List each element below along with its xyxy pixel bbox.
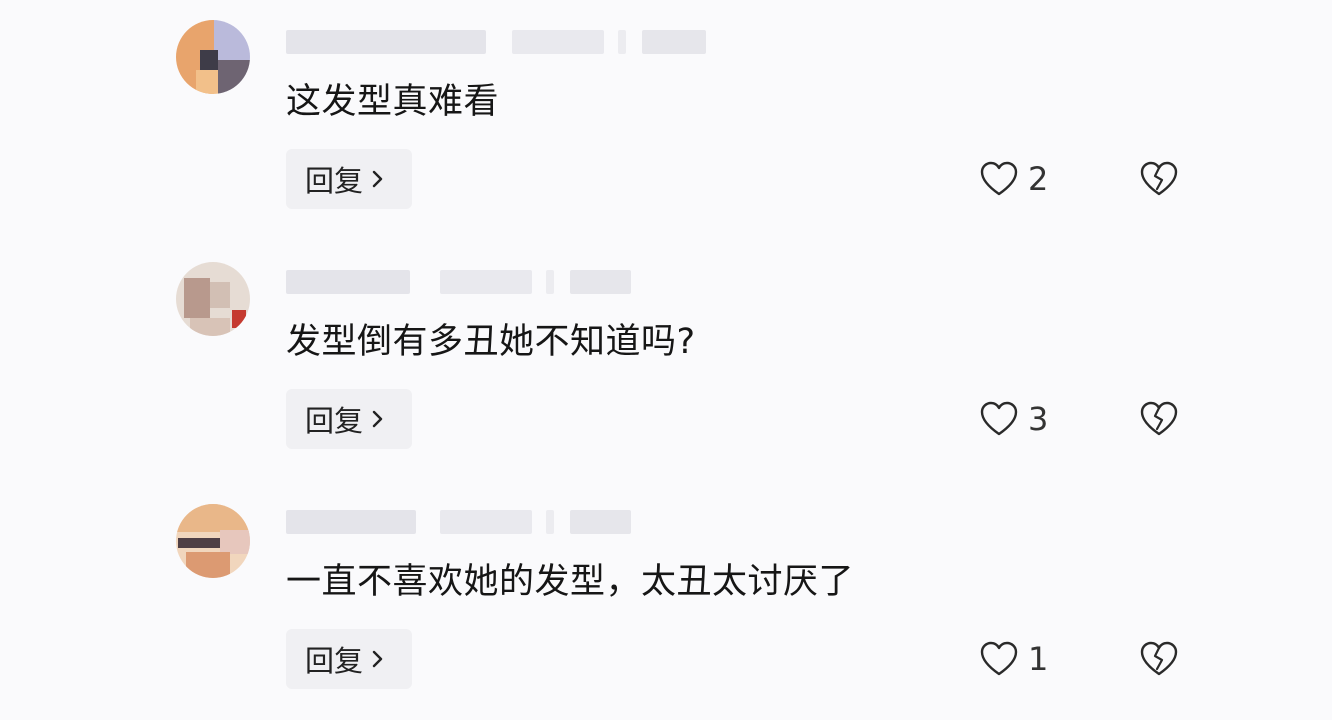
dislike-button[interactable]	[1140, 637, 1180, 681]
comment-item: 一直不喜欢她的发型，太丑太讨厌了 回复 1	[0, 480, 1332, 720]
like-button[interactable]: 2	[980, 157, 1048, 201]
avatar-pixel	[232, 310, 246, 328]
like-count: 1	[1028, 640, 1049, 678]
reply-label: 回复	[305, 644, 364, 678]
comment-meta-blurred	[286, 270, 631, 294]
chevron-right-icon	[372, 410, 383, 428]
like-count: 3	[1028, 400, 1049, 438]
blurred-location	[546, 510, 554, 534]
reply-button[interactable]: 回复	[286, 389, 412, 449]
comment-meta-blurred	[286, 510, 631, 534]
blurred-date	[440, 510, 532, 534]
blurred-location	[570, 510, 631, 534]
avatar[interactable]	[176, 504, 250, 578]
comment-text: 一直不喜欢她的发型，太丑太讨厌了	[286, 562, 855, 602]
heart-outline-icon	[980, 161, 1018, 196]
heart-outline-icon	[980, 401, 1018, 436]
avatar[interactable]	[176, 262, 250, 336]
avatar-pixel	[186, 552, 230, 578]
comment-meta-blurred	[286, 30, 706, 54]
avatar-pixel	[210, 282, 230, 308]
blurred-location	[642, 30, 706, 54]
chevron-right-icon	[372, 650, 383, 668]
reply-label: 回复	[305, 164, 364, 198]
broken-heart-icon	[1140, 641, 1178, 676]
comment-item: 这发型真难看 回复 2	[0, 0, 1332, 240]
avatar-pixel	[196, 70, 218, 94]
blurred-location	[570, 270, 631, 294]
blurred-username	[286, 510, 416, 534]
avatar-pixel	[190, 318, 230, 336]
blurred-location	[546, 270, 554, 294]
avatar-pixel	[200, 50, 218, 70]
avatar-pixel	[176, 504, 250, 532]
blurred-date	[440, 270, 532, 294]
like-button[interactable]: 3	[980, 397, 1048, 441]
reply-label: 回复	[305, 404, 364, 438]
reply-button[interactable]: 回复	[286, 149, 412, 209]
comment-text: 发型倒有多丑她不知道吗?	[286, 322, 696, 362]
blurred-date	[512, 30, 604, 54]
comment-text: 这发型真难看	[286, 82, 500, 122]
comment-item: 发型倒有多丑她不知道吗? 回复 3	[0, 240, 1332, 480]
avatar-pixel	[218, 60, 250, 94]
chevron-right-icon	[372, 170, 383, 188]
blurred-location	[618, 30, 626, 54]
heart-outline-icon	[980, 641, 1018, 676]
avatar-pixel	[214, 20, 250, 60]
dislike-button[interactable]	[1140, 397, 1180, 441]
broken-heart-icon	[1140, 401, 1178, 436]
avatar-pixel	[184, 278, 210, 318]
blurred-username	[286, 270, 410, 294]
avatar-pixel	[220, 530, 250, 554]
reply-button[interactable]: 回复	[286, 629, 412, 689]
avatar[interactable]	[176, 20, 250, 94]
blurred-username	[286, 30, 486, 54]
dislike-button[interactable]	[1140, 157, 1180, 201]
broken-heart-icon	[1140, 161, 1178, 196]
like-count: 2	[1028, 160, 1049, 198]
like-button[interactable]: 1	[980, 637, 1048, 681]
